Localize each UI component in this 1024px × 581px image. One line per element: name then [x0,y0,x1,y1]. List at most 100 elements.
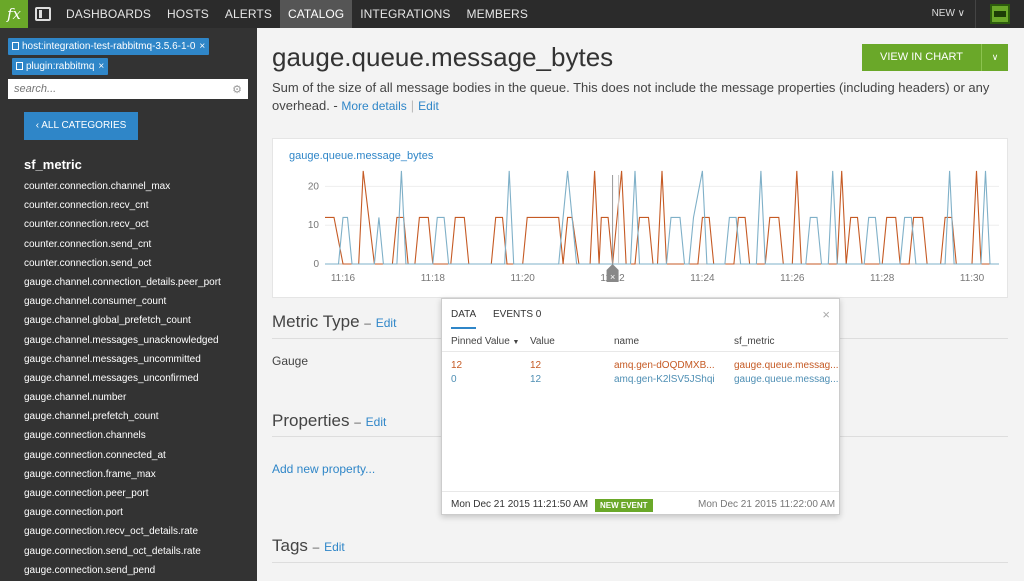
separator: | [410,98,415,113]
tags-title: Tags [272,536,308,555]
sidebar-metric-item[interactable]: gauge.connection.recv_oct_details.rate [24,522,221,541]
table-row[interactable]: 0 12 amq.gen-K2lSV5JShqi gauge.queue.mes… [442,374,839,388]
cell-sf-metric: gauge.queue.messag... [734,374,839,385]
x-tick-label: 11:24 [690,273,715,284]
filter-icon [12,42,19,50]
cell-value: 12 [530,374,542,385]
search-box: ⚙ [8,79,248,99]
chevron-down-icon[interactable]: ∨ [982,44,1008,71]
metric-description: Sum of the size of all message bodies in… [272,79,1002,115]
tags-edit-link[interactable]: Edit [324,540,345,554]
metric-list: counter.connection.channel_max counter.co… [24,177,221,580]
cell-pinned: 12 [451,360,463,371]
sidebar-metric-item[interactable]: gauge.connection.port [24,503,221,522]
cell-name: amq.gen-K2lSV5JShqi [614,374,715,385]
sidebar-metric-item[interactable]: gauge.channel.number [24,388,221,407]
sidebar-toggle-icon[interactable] [28,0,58,28]
sidebar-metric-item[interactable]: gauge.channel.connection_details.peer_po… [24,273,221,292]
sidebar-metric-item[interactable]: counter.connection.send_oct [24,254,221,273]
nav-catalog[interactable]: CATALOG [279,0,353,28]
metric-type-edit-link[interactable]: Edit [376,316,397,330]
column-header-label: Pinned Value [451,336,510,347]
sidebar-metric-item[interactable]: gauge.channel.global_prefetch_count [24,311,221,330]
all-categories-button[interactable]: ‹ ALL CATEGORIES [24,112,138,140]
sidebar-metric-item[interactable]: gauge.connection.send_oct_details.rate [24,542,221,561]
nav-members[interactable]: MEMBERS [459,0,536,28]
y-tick-label: 0 [313,259,319,270]
properties-edit-link[interactable]: Edit [366,415,387,429]
sidebar-metric-item[interactable]: counter.connection.channel_max [24,177,221,196]
y-tick-label: 20 [308,181,320,192]
cell-sf-metric: gauge.queue.messag... [734,360,839,371]
filter-chip-host[interactable]: host:integration-test-rabbitmq-3.5.6-1-0… [8,38,210,55]
sidebar-metric-item[interactable]: gauge.channel.messages_unacknowledged [24,331,221,350]
nav-hosts[interactable]: HOSTS [159,0,217,28]
footer-timestamp-left: Mon Dec 21 2015 11:21:50 AM [451,499,589,510]
filter-icon [16,62,23,70]
column-header-pinned[interactable]: Pinned Value ▼ [451,336,519,347]
metric-type-value: Gauge [272,354,309,368]
close-icon: × [610,272,615,282]
more-details-link[interactable]: More details [341,99,406,113]
tags-heading: Tags – Edit [272,536,345,556]
sidebar-metric-item[interactable]: gauge.connection.frame_max [24,465,221,484]
tab-events[interactable]: EVENTS 0 [493,309,541,320]
filter-chip-label: host:integration-test-rabbitmq-3.5.6-1-0 [22,41,196,52]
logo[interactable]: fx [0,0,28,28]
sidebar-metric-item[interactable]: gauge.connection.send_pend [24,561,221,580]
divider [272,562,1008,563]
column-header-sf-metric[interactable]: sf_metric [734,336,775,347]
table-row[interactable]: 12 12 amq.gen-dOQDMXB... gauge.queue.mes… [442,360,839,374]
filter-chip-plugin[interactable]: plugin:rabbitmq × [12,58,109,75]
x-tick-label: 11:28 [870,273,895,284]
view-in-chart-button[interactable]: VIEW IN CHART ∨ [862,44,1008,71]
y-tick-label: 10 [308,220,320,231]
data-popup: DATA EVENTS 0 × Pinned Value ▼ Value nam… [441,298,840,515]
gear-icon[interactable]: ⚙ [232,83,242,96]
x-tick-label: 11:18 [421,273,446,284]
column-header-name[interactable]: name [614,336,639,347]
x-tick-label: 11:26 [780,273,805,284]
dash: – [364,316,371,330]
x-tick-label: 11:16 [331,273,356,284]
search-input[interactable] [14,83,224,95]
sort-down-icon[interactable]: ▼ [513,339,520,346]
footer-timestamp-right: Mon Dec 21 2015 11:22:00 AM [698,499,836,510]
dash: – [354,415,361,429]
nav-integrations[interactable]: INTEGRATIONS [352,0,458,28]
view-in-chart-label[interactable]: VIEW IN CHART [862,44,982,71]
sidebar-metric-item[interactable]: counter.connection.recv_oct [24,215,221,234]
sidebar-metric-item[interactable]: gauge.channel.messages_uncommitted [24,350,221,369]
close-icon[interactable]: × [822,307,830,322]
tab-data[interactable]: DATA [451,309,477,329]
popup-table-header: Pinned Value ▼ Value name sf_metric [442,332,839,352]
filter-chip-label: plugin:rabbitmq [26,61,95,72]
avatar[interactable] [990,4,1010,24]
nav-alerts[interactable]: ALERTS [217,0,280,28]
add-property-link[interactable]: Add new property... [272,462,375,476]
sidebar: host:integration-test-rabbitmq-3.5.6-1-0… [0,28,257,581]
sidebar-metric-item[interactable]: gauge.channel.prefetch_count [24,407,221,426]
close-icon[interactable]: × [199,41,205,52]
new-event-button[interactable]: NEW EVENT [595,499,653,512]
category-title: sf_metric [24,157,82,172]
close-icon[interactable]: × [98,61,104,72]
nav-dashboards[interactable]: DASHBOARDS [58,0,159,28]
new-menu-button[interactable]: NEW ∨ [922,0,976,28]
column-header-value[interactable]: Value [530,336,555,347]
top-nav: fx DASHBOARDS HOSTS ALERTS CATALOG INTEG… [0,0,1024,28]
page-title: gauge.queue.message_bytes [272,42,614,72]
description-edit-link[interactable]: Edit [418,99,439,113]
line-chart[interactable]: gauge.queue.message_bytes 0 10 20 11:16 11:18… [273,139,1009,299]
properties-title: Properties [272,411,350,430]
sidebar-metric-item[interactable]: counter.connection.recv_cnt [24,196,221,215]
cell-value: 12 [530,360,542,371]
sidebar-metric-item[interactable]: gauge.channel.consumer_count [24,292,221,311]
cell-pinned: 0 [451,374,457,385]
user-menu[interactable] [976,0,1024,28]
sidebar-metric-item[interactable]: gauge.connection.channels [24,426,221,445]
sidebar-metric-item[interactable]: gauge.channel.messages_unconfirmed [24,369,221,388]
sidebar-metric-item[interactable]: gauge.connection.peer_port [24,484,221,503]
sidebar-metric-item[interactable]: counter.connection.send_cnt [24,235,221,254]
sidebar-metric-item[interactable]: gauge.connection.connected_at [24,446,221,465]
